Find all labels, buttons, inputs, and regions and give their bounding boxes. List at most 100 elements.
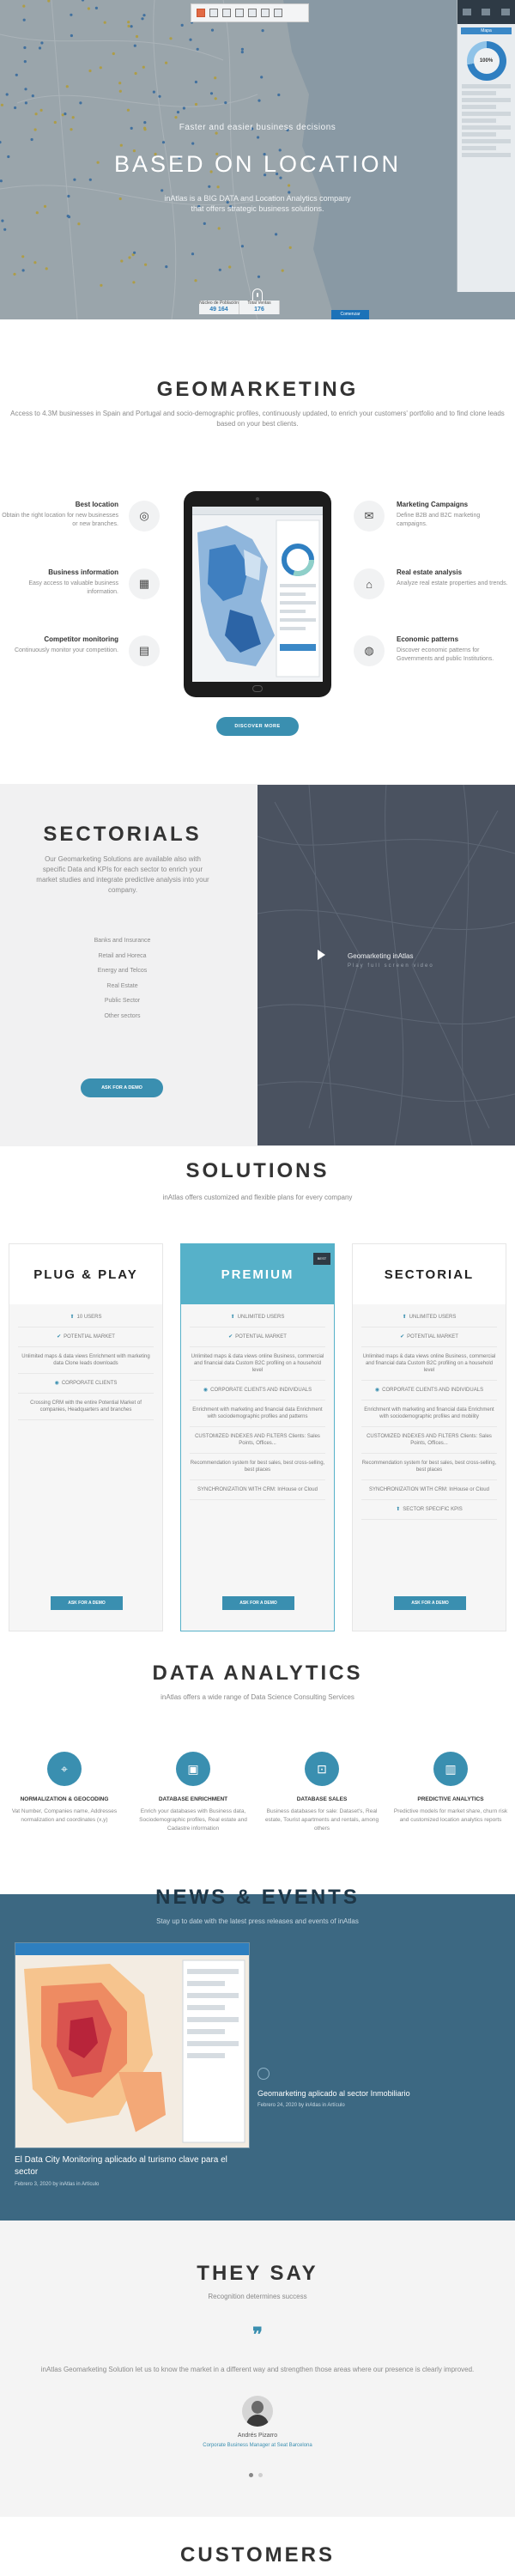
news-main-title[interactable]: El Data City Monitoring aplicado al turi… [15, 2154, 250, 2178]
user-icon: ◉ [374, 1388, 380, 1393]
sector-item[interactable]: Retail and Horeca [0, 949, 245, 964]
plan-feature: Unlimited maps & data views Enrichment w… [18, 1347, 154, 1374]
carousel-dot[interactable] [258, 2473, 263, 2477]
plan-feature-text: CORPORATE CLIENTS [61, 1381, 118, 1386]
panel-icon[interactable] [463, 9, 472, 15]
settings-icon[interactable] [261, 9, 270, 17]
news-image[interactable] [15, 1942, 250, 2148]
pin-icon: ⌖ [47, 1752, 82, 1786]
plan-feature-text: CORPORATE CLIENTS AND INDIVIDUALS [210, 1388, 312, 1393]
sector-item[interactable]: Energy and Telcos [0, 963, 245, 979]
discover-more-button[interactable]: DISCOVER MORE [216, 717, 299, 736]
export-icon[interactable] [274, 9, 282, 17]
grid-icon[interactable] [222, 9, 231, 17]
testimonial-role: Corporate Business Manager at Seat Barce… [203, 2443, 312, 2448]
monitor-icon: ▤ [129, 635, 160, 666]
news-title: NEWS & EVENTS [155, 1886, 360, 1909]
solutions-title: SOLUTIONS [185, 1159, 330, 1182]
plan-feature: ⬆ UNLIMITED USERS [190, 1308, 325, 1327]
ask-demo-button[interactable]: ASK FOR A DEMO [222, 1596, 294, 1610]
check-icon: ✔ [57, 1334, 62, 1340]
ask-demo-button[interactable]: ASK FOR A DEMO [51, 1596, 123, 1610]
document-icon: ▣ [176, 1752, 210, 1786]
stat-label: Total Ventas [247, 301, 271, 306]
pin-icon: ⬆ [396, 1507, 401, 1512]
avatar [242, 2396, 273, 2427]
layers-icon[interactable] [209, 9, 218, 17]
plan-sectorial: SECTORIAL ⬆ UNLIMITED USERS ✔ POTENTIAL MA… [352, 1243, 506, 1631]
sector-item[interactable]: Public Sector [0, 993, 245, 1009]
panel-row [462, 146, 496, 150]
feature-title: Economic patterns [397, 635, 459, 643]
plan-feature: Unlimited maps & data views online Busin… [361, 1347, 497, 1381]
panel-icon[interactable] [500, 9, 510, 15]
plan-feature-text: SECTOR SPECIFIC KPIS [403, 1507, 463, 1512]
news-side-title[interactable]: Geomarketing aplicado al sector Inmobili… [258, 2089, 410, 2098]
news-subtitle: Stay up to date with the latest press re… [156, 1917, 359, 1925]
geomarketing-title: GEOMARKETING [156, 378, 359, 401]
feature-real-estate-analysis: Real estate analysis Analyze real estate… [397, 568, 508, 588]
testimonials-subtitle: Recognition determines success [208, 2293, 307, 2300]
hero-subtitle: Faster and easier business decisions [179, 123, 336, 132]
plan-feature: SYNCHRONIZATION WITH CRM: InHouse or Clo… [361, 1480, 497, 1500]
feature-text: Continuously monitor your competition. [14, 647, 118, 653]
stat-value: 49 164 [209, 307, 228, 313]
list-icon[interactable] [235, 9, 244, 17]
hero-cta-button[interactable]: Comenzar [331, 310, 369, 319]
feature-text: Obtain the right location for new busine… [2, 513, 118, 527]
user-icon: ◉ [203, 1388, 209, 1393]
analytics-item-title: DATABASE SALES [296, 1796, 348, 1802]
feature-business-information: Business information Easy access to valu… [0, 568, 118, 597]
ask-demo-button[interactable]: ASK FOR A DEMO [394, 1596, 466, 1610]
check-icon: ✔ [228, 1334, 233, 1340]
plan-feature: ◉ CORPORATE CLIENTS AND INDIVIDUALS [190, 1381, 325, 1400]
analytics-item-text: Predictive models for market share, chur… [393, 1808, 508, 1823]
stat-item: Núcleo de Población 49 164 [199, 301, 239, 314]
news-side-meta: Febrero 24, 2020 by inAtlas in Artículo [258, 2103, 345, 2108]
plan-badge: BEST [313, 1253, 330, 1265]
ask-demo-button[interactable]: ASK FOR A DEMO [81, 1078, 163, 1097]
plan-name: PLUG & PLAY [33, 1267, 138, 1282]
avatar-head [251, 2401, 264, 2414]
news-main-meta: Febrero 3, 2020 by inAtlas in Artículo [15, 2182, 100, 2187]
donut-value: 100% [473, 48, 500, 74]
play-icon[interactable] [318, 950, 325, 960]
quote-icon: ❞ [252, 2324, 263, 2345]
sector-item[interactable]: Other sectors [0, 1009, 245, 1024]
user-icon: ◉ [54, 1381, 59, 1386]
plan-feature: ⬆ SECTOR SPECIFIC KPIS [361, 1500, 497, 1520]
plan-feature: Recommendation system for best sales, be… [361, 1454, 497, 1480]
plan-feature: ⬆ 10 USERS [18, 1308, 154, 1327]
sector-item[interactable]: Banks and Insurance [0, 933, 245, 949]
plan-plug-and-play: PLUG & PLAY ⬆ 10 USERS ✔ POTENTIAL MARKET … [9, 1243, 163, 1631]
feature-text: Define B2B and B2C marketing campaigns. [397, 513, 481, 527]
panel-row [462, 105, 496, 109]
plan-feature: Crossing CRM with the entire Potential M… [18, 1394, 154, 1420]
panel-row [462, 132, 496, 137]
hero-title: BASED ON LOCATION [113, 151, 402, 177]
plan-feature-text: UNLIMITED USERS [409, 1315, 457, 1320]
sectorials-list: Banks and Insurance Retail and Horeca En… [0, 933, 245, 1024]
feature-title: Business information [48, 568, 118, 576]
donut-chart: 100% [466, 41, 506, 81]
panel-header [457, 0, 515, 24]
sectorials-description: Our Geomarketing Solutions are available… [36, 855, 209, 894]
filter-icon[interactable] [248, 9, 257, 17]
plan-name: PREMIUM [221, 1267, 294, 1282]
plan-feature-text: CORPORATE CLIENTS AND INDIVIDUALS [382, 1388, 484, 1393]
analytics-item-text: Enrich your databases with Business data… [139, 1808, 247, 1832]
panel-tab[interactable]: Mapa [461, 27, 512, 34]
analytics-item-title: PREDICTIVE ANALYTICS [417, 1796, 484, 1802]
house-icon: ⌂ [354, 568, 385, 599]
sector-item[interactable]: Real Estate [0, 979, 245, 994]
video-title: Geomarketing inAtlas [348, 952, 414, 960]
panel-icon[interactable] [482, 9, 491, 15]
carousel-dot[interactable] [249, 2473, 253, 2477]
plan-feature: ✔ POTENTIAL MARKET [18, 1327, 154, 1347]
video-player[interactable]: Geomarketing inAtlas Play full screen vi… [258, 785, 515, 1145]
pin-icon: ⬆ [70, 1315, 75, 1320]
testimonial-quote: inAtlas Geomarketing Solution let us to … [40, 2366, 475, 2373]
flag-icon[interactable] [197, 9, 205, 17]
plan-feature-text: POTENTIAL MARKET [64, 1334, 115, 1340]
plan-feature-text: 10 USERS [76, 1315, 102, 1320]
